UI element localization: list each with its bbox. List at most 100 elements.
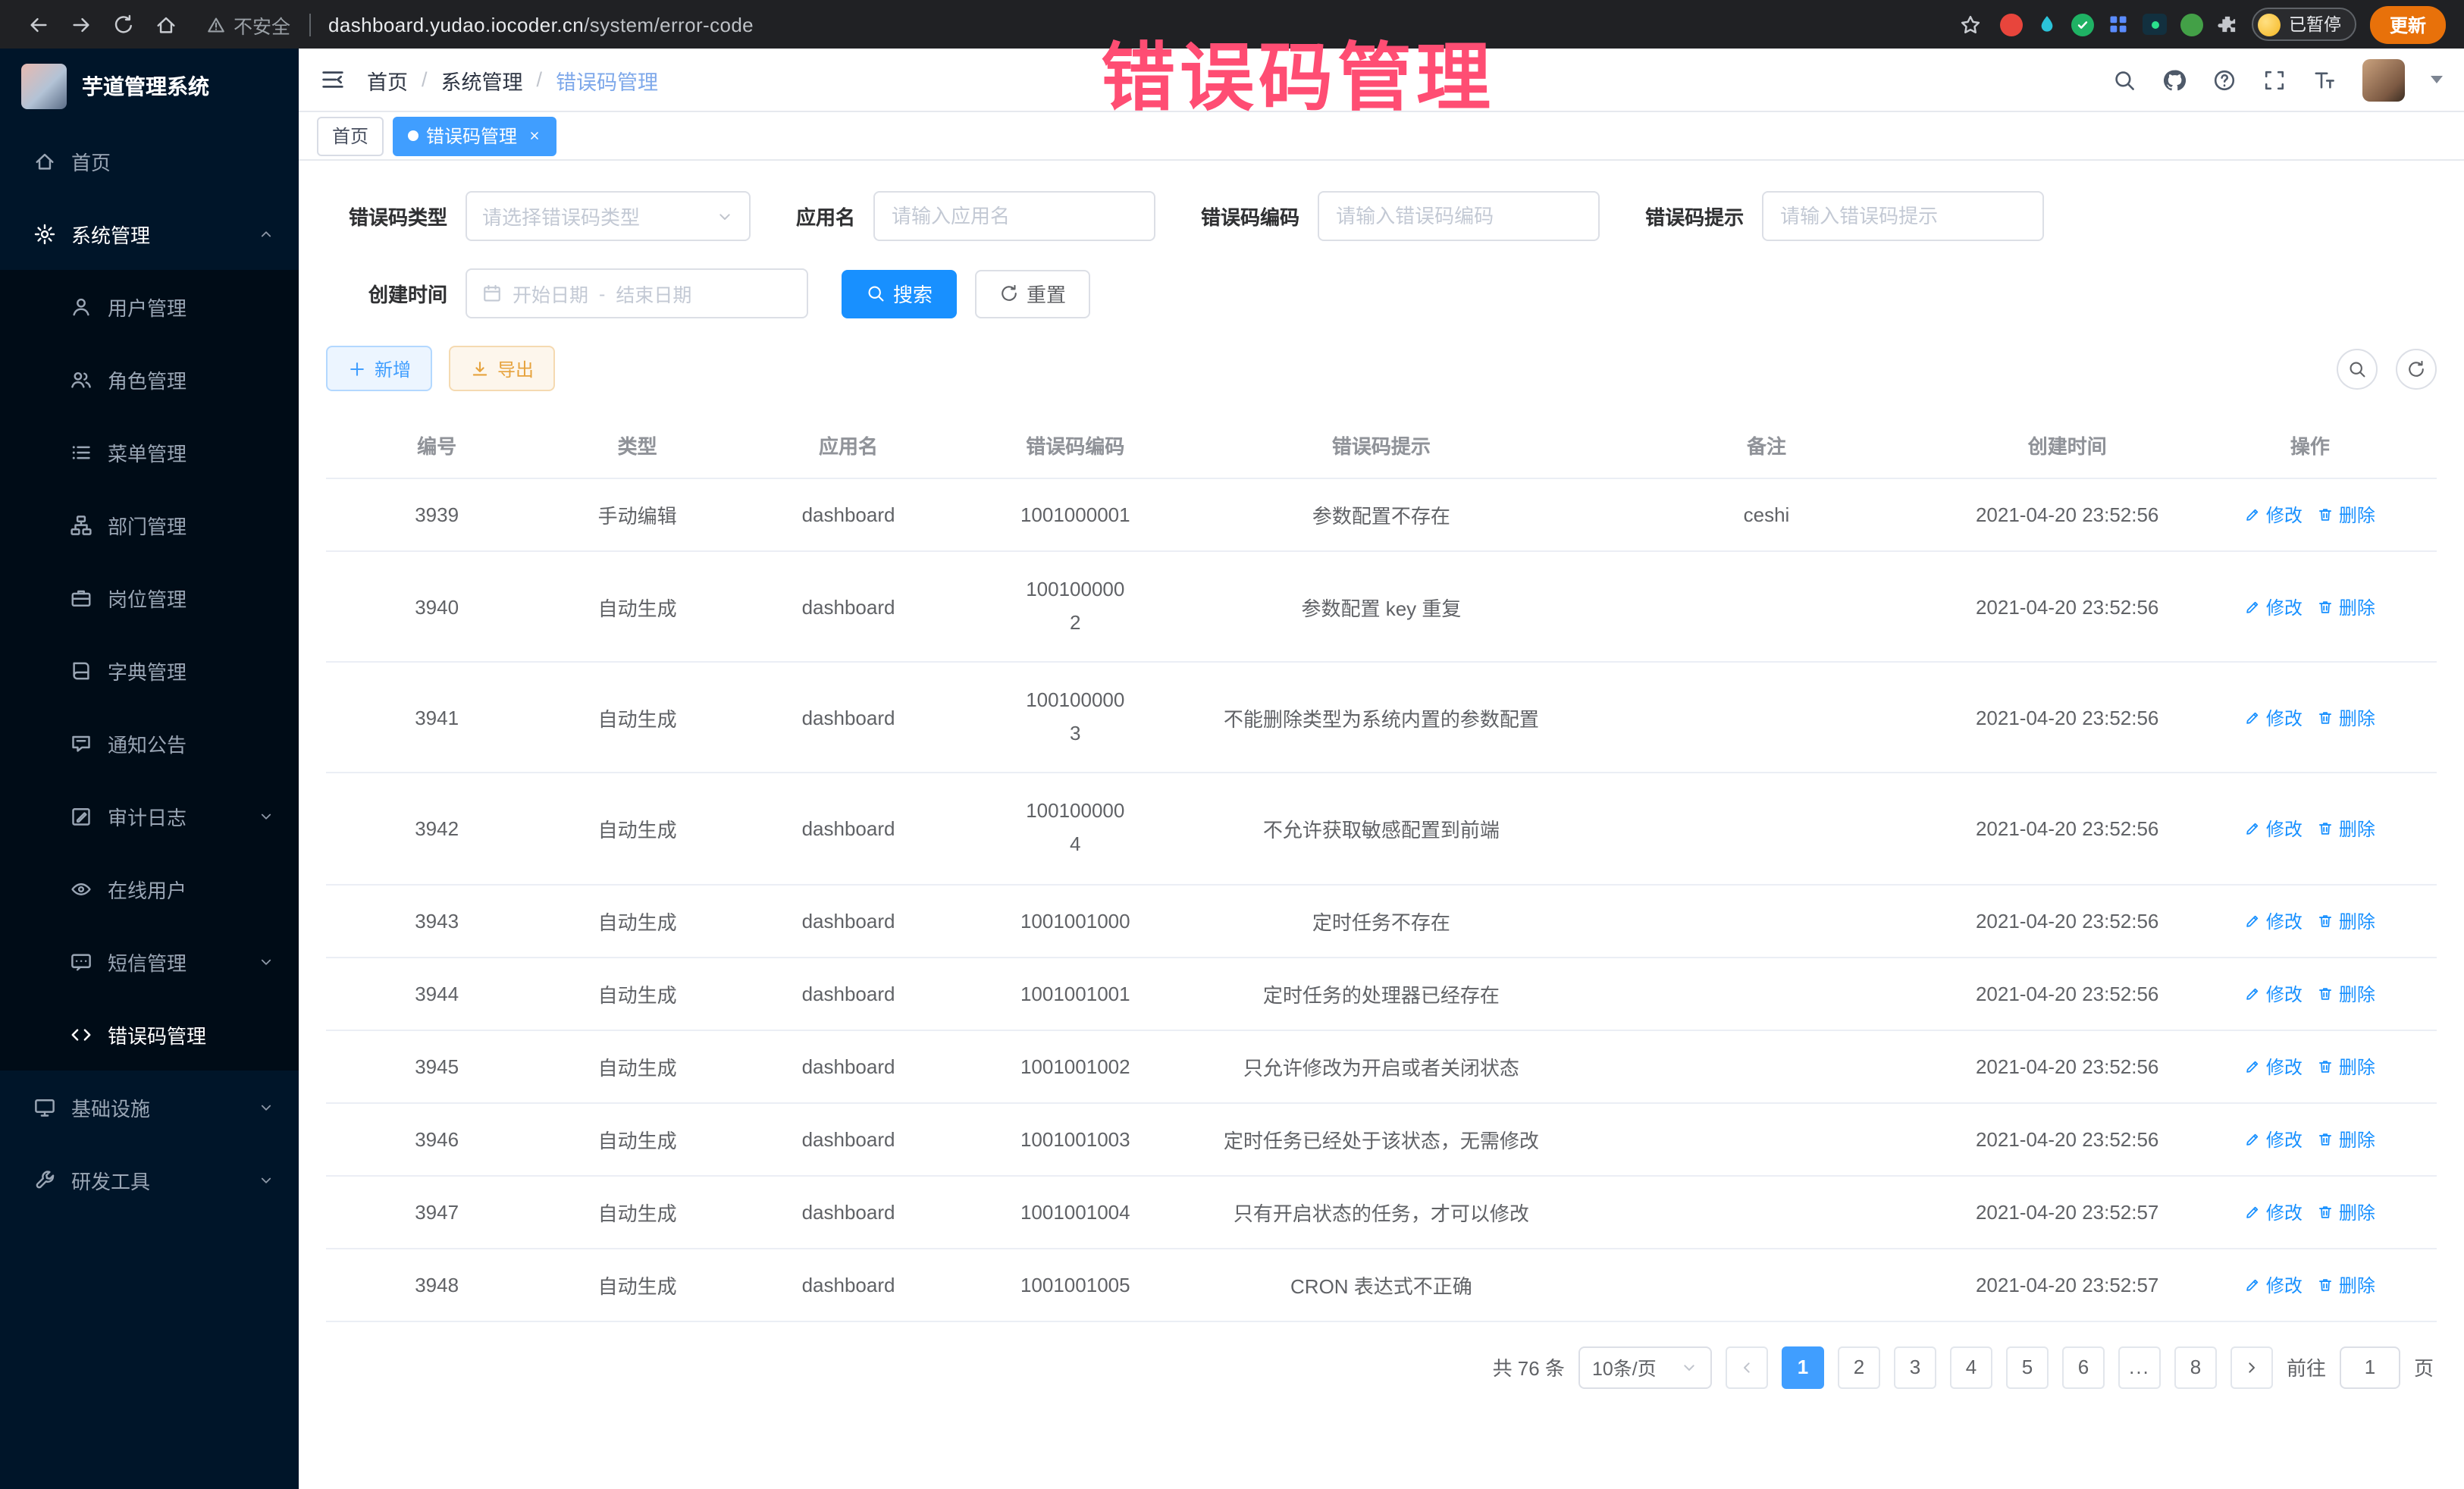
next-page-button[interactable] (2230, 1346, 2273, 1388)
extension-icon-dark[interactable] (2143, 14, 2168, 35)
sidebar-item-audit-log[interactable]: 审计日志 (0, 779, 299, 852)
search-button[interactable]: 搜索 (842, 269, 957, 318)
filter-label-hint: 错误码提示 (1645, 202, 1744, 230)
delete-label: 删除 (2339, 705, 2375, 731)
search-icon (2347, 359, 2367, 378)
browser-back-button[interactable] (18, 5, 58, 44)
edit-link[interactable]: 修改 (2245, 1199, 2303, 1224)
delete-link[interactable]: 删除 (2318, 1271, 2375, 1297)
sidebar-item-label: 在线用户 (108, 874, 187, 903)
cell-code: 1001001003 (970, 1102, 1180, 1175)
avatar-dropdown-caret[interactable] (2431, 76, 2443, 83)
close-icon[interactable] (528, 129, 541, 143)
page-button-5[interactable]: 5 (2006, 1346, 2049, 1388)
sidebar-item-notice-announcement[interactable]: 通知公告 (0, 707, 299, 779)
users-icon (70, 368, 92, 390)
sidebar-item-label: 字典管理 (108, 656, 187, 685)
sidebar-item-user-management[interactable]: 用户管理 (0, 270, 299, 343)
sidebar-item-system-management[interactable]: 系统管理 (0, 197, 299, 270)
browser-reload-button[interactable] (103, 5, 143, 44)
sidebar-item-error-code-management[interactable]: 错误码管理 (0, 998, 299, 1071)
sidebar-item-dict-management[interactable]: 字典管理 (0, 634, 299, 707)
sidebar-item-online-users[interactable]: 在线用户 (0, 852, 299, 925)
filter-form: 错误码类型 请选择错误码类型 应用名 错误码编码 (326, 191, 2437, 318)
app-name-input[interactable] (873, 191, 1155, 241)
edit-link[interactable]: 修改 (2245, 594, 2303, 619)
delete-link[interactable]: 删除 (2318, 1053, 2375, 1079)
security-indicator[interactable]: 不安全 (206, 10, 290, 39)
extension-icon-blue-grid[interactable] (2108, 14, 2130, 35)
page-button-3[interactable]: 3 (1894, 1346, 1936, 1388)
extension-icon-red[interactable] (2001, 13, 2024, 36)
edit-link[interactable]: 修改 (2245, 980, 2303, 1006)
add-button[interactable]: 新增 (326, 346, 432, 391)
search-icon[interactable] (2112, 67, 2136, 92)
date-range-picker[interactable]: 开始日期 - 结束日期 (466, 268, 808, 318)
show-search-button[interactable] (2337, 348, 2378, 389)
cell-hint: CRON 表达式不正确 (1180, 1248, 1582, 1321)
page-button-2[interactable]: 2 (1838, 1346, 1880, 1388)
delete-link[interactable]: 删除 (2318, 705, 2375, 731)
edit-link[interactable]: 修改 (2245, 908, 2303, 933)
page-button-6[interactable]: 6 (2062, 1346, 2105, 1388)
sidebar-item-post-management[interactable]: 岗位管理 (0, 561, 299, 634)
fullscreen-icon[interactable] (2262, 67, 2287, 92)
sidebar-item-dept-management[interactable]: 部门管理 (0, 488, 299, 561)
extensions-puzzle-icon[interactable] (2218, 14, 2239, 35)
extension-icon-green-check[interactable] (2072, 13, 2095, 36)
prev-page-button[interactable] (1726, 1346, 1768, 1388)
breadcrumb-item-1[interactable]: 系统管理 (441, 64, 523, 95)
sidebar-item-dev-tools[interactable]: 研发工具 (0, 1143, 299, 1216)
delete-link[interactable]: 删除 (2318, 816, 2375, 842)
sidebar-item-sms-management[interactable]: 短信管理 (0, 925, 299, 998)
delete-link[interactable]: 删除 (2318, 1126, 2375, 1152)
app-logo[interactable]: 芋道管理系统 (0, 49, 299, 124)
extension-icon-teal-drop[interactable] (2037, 14, 2058, 35)
error-code-input[interactable] (1318, 191, 1600, 241)
edit-link[interactable]: 修改 (2245, 1126, 2303, 1152)
edit-link[interactable]: 修改 (2245, 816, 2303, 842)
page-ellipsis[interactable]: ... (2118, 1346, 2161, 1388)
help-icon[interactable] (2212, 67, 2237, 92)
page-size-select[interactable]: 10条/页 (1578, 1346, 1712, 1388)
edit-link[interactable]: 修改 (2245, 705, 2303, 731)
extension-icon-green[interactable] (2181, 13, 2204, 36)
sidebar-item-home[interactable]: 首页 (0, 124, 299, 197)
profile-paused-chip[interactable]: 已暂停 (2252, 8, 2356, 41)
edit-link[interactable]: 修改 (2245, 502, 2303, 528)
delete-link[interactable]: 删除 (2318, 502, 2375, 528)
delete-link[interactable]: 删除 (2318, 594, 2375, 619)
delete-link[interactable]: 删除 (2318, 908, 2375, 933)
tag-error-code[interactable]: 错误码管理 (393, 116, 556, 155)
page-button-1[interactable]: 1 (1782, 1346, 1824, 1388)
breadcrumb-item-0[interactable]: 首页 (367, 64, 408, 95)
tool-icon (33, 1168, 56, 1191)
error-hint-input[interactable] (1762, 191, 2044, 241)
delete-link[interactable]: 删除 (2318, 1199, 2375, 1224)
sidebar-item-role-management[interactable]: 角色管理 (0, 343, 299, 415)
browser-forward-button[interactable] (61, 5, 100, 44)
browser-home-button[interactable] (146, 5, 185, 44)
sidebar-item-infrastructure[interactable]: 基础设施 (0, 1071, 299, 1143)
goto-page-input[interactable] (2340, 1346, 2400, 1388)
page-button-8[interactable]: 8 (2174, 1346, 2217, 1388)
refresh-table-button[interactable] (2396, 348, 2437, 389)
delete-link[interactable]: 删除 (2318, 980, 2375, 1006)
error-code-type-select[interactable]: 请选择错误码类型 (466, 191, 751, 241)
plus-icon (347, 359, 367, 378)
sidebar-item-menu-management[interactable]: 菜单管理 (0, 415, 299, 488)
edit-link[interactable]: 修改 (2245, 1271, 2303, 1297)
bookmark-star-button[interactable] (1954, 8, 1987, 41)
github-icon[interactable] (2162, 67, 2187, 92)
browser-update-button[interactable]: 更新 (2370, 5, 2446, 43)
cell-actions: 修改 删除 (2183, 662, 2437, 773)
edit-link[interactable]: 修改 (2245, 1053, 2303, 1079)
page-button-4[interactable]: 4 (1950, 1346, 1992, 1388)
export-button[interactable]: 导出 (449, 346, 555, 391)
tag-home[interactable]: 首页 (317, 116, 384, 155)
font-size-icon[interactable] (2312, 67, 2337, 92)
address-url[interactable]: dashboard.yudao.iocoder.cn/system/error-… (328, 13, 754, 36)
collapse-menu-icon[interactable] (320, 67, 346, 92)
reset-button[interactable]: 重置 (975, 269, 1090, 318)
user-avatar[interactable] (2362, 58, 2405, 101)
